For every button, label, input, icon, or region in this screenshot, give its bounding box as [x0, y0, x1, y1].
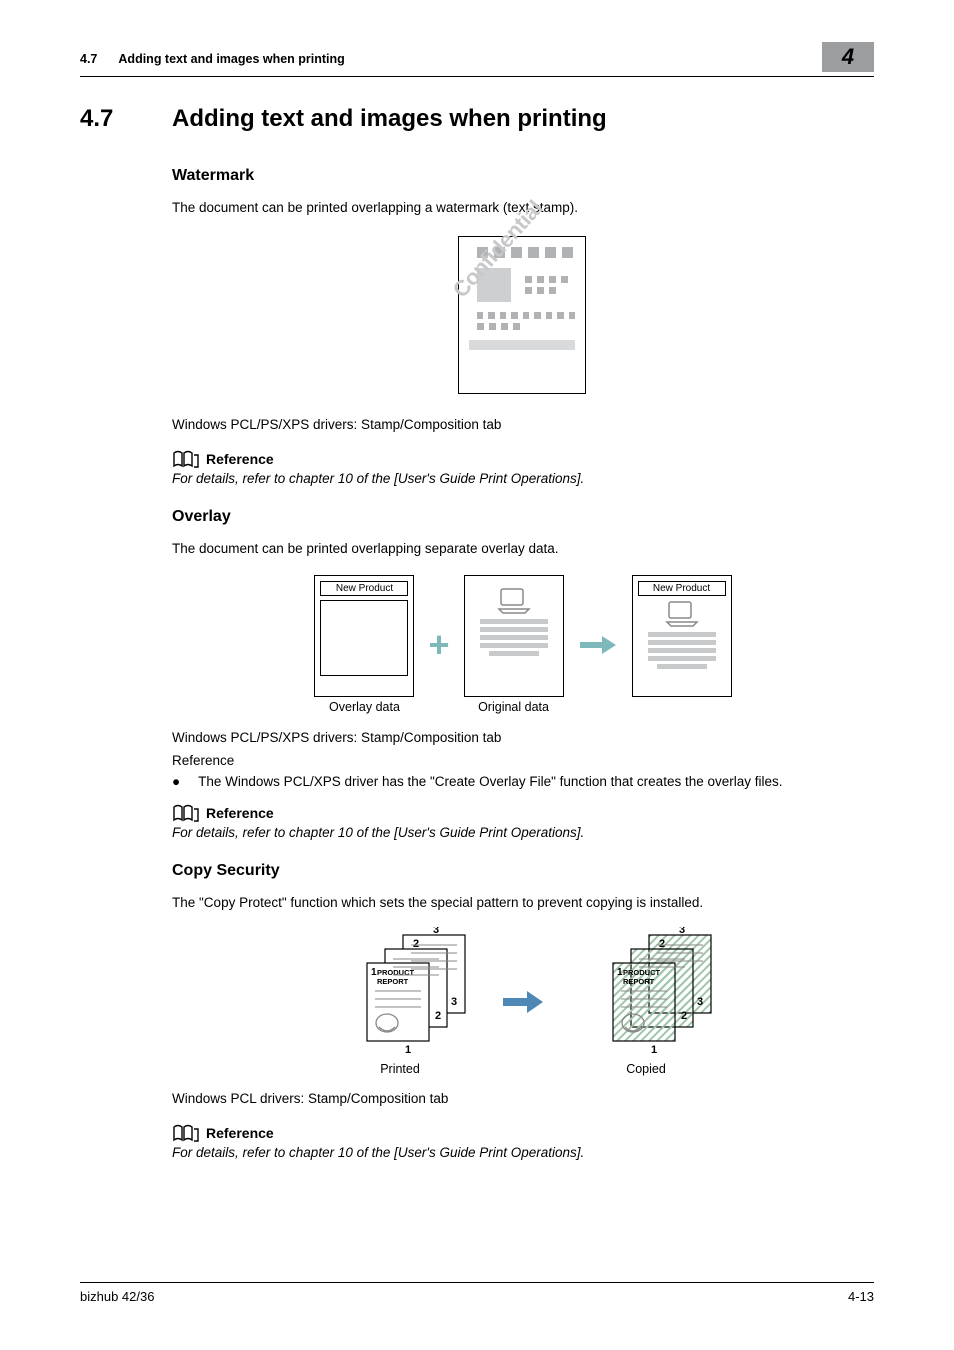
copy-caption-left: Printed: [380, 1062, 420, 1076]
svg-text:2: 2: [413, 938, 419, 950]
copy-caption-right: Copied: [626, 1062, 666, 1076]
bullet-dot-icon: ●: [172, 774, 180, 789]
overlay-data-page: New Product: [314, 575, 414, 697]
result-page: New Product: [632, 575, 732, 697]
header-section-text: Adding text and images when printing: [118, 52, 344, 66]
plus-icon: +: [428, 632, 449, 657]
overlay-figure: New Product Overlay data + Original data: [172, 575, 874, 715]
reference-icon: [172, 449, 200, 469]
arrow-right-icon: [578, 633, 618, 657]
svg-text:PRODUCT: PRODUCT: [623, 968, 661, 977]
running-header: 4.7 Adding text and images when printing…: [80, 42, 874, 77]
page-footer: bizhub 42/36 4-13: [80, 1282, 874, 1304]
svg-text:3: 3: [679, 927, 685, 936]
chapter-number-box: 4: [822, 42, 874, 72]
svg-text:REPORT: REPORT: [377, 977, 409, 986]
header-left: 4.7 Adding text and images when printing: [80, 42, 345, 66]
overlay-bullet-text: The Windows PCL/XPS driver has the "Crea…: [198, 774, 782, 789]
overlay-bullet: ● The Windows PCL/XPS driver has the "Cr…: [172, 774, 874, 789]
watermark-heading: Watermark: [172, 167, 874, 185]
section-heading: Adding text and images when printing: [172, 105, 607, 133]
result-box-label: New Product: [638, 581, 726, 596]
original-data-page: [464, 575, 564, 697]
overlay-caption-mid: Original data: [478, 700, 549, 714]
footer-product: bizhub 42/36: [80, 1289, 154, 1304]
printed-stack-illustration: 3 2 1 PRODUCT REPORT 3 2 1: [325, 927, 475, 1057]
svg-text:2: 2: [659, 938, 665, 950]
copy-security-figure: 3 2 1 PRODUCT REPORT 3 2 1 Pri: [172, 927, 874, 1076]
svg-text:3: 3: [697, 996, 703, 1008]
overlay-box-label: New Product: [320, 581, 408, 596]
watermark-page-illustration: Confidential: [458, 236, 586, 394]
watermark-reference-text: For details, refer to chapter 10 of the …: [172, 471, 874, 486]
overlay-caption-left: Overlay data: [329, 700, 400, 714]
svg-text:1: 1: [651, 1044, 657, 1056]
watermark-drivers-line: Windows PCL/PS/XPS drivers: Stamp/Compos…: [172, 416, 874, 435]
computer-icon: [495, 587, 533, 615]
svg-text:REPORT: REPORT: [623, 977, 655, 986]
chapter-number: 4: [842, 44, 854, 70]
overlay-reference-text: For details, refer to chapter 10 of the …: [172, 825, 874, 840]
svg-text:PRODUCT: PRODUCT: [377, 968, 415, 977]
copy-security-reference-text: For details, refer to chapter 10 of the …: [172, 1145, 874, 1160]
overlay-desc: The document can be printed overlapping …: [172, 540, 874, 559]
footer-page: 4-13: [848, 1289, 874, 1304]
svg-text:2: 2: [435, 1010, 441, 1022]
reference-label: Reference: [206, 451, 274, 467]
copied-stack-illustration: 3 2 1 PRODUCT REPORT 3 2 1: [571, 927, 721, 1057]
copy-security-reference-block: Reference For details, refer to chapter …: [172, 1123, 874, 1160]
svg-text:3: 3: [433, 927, 439, 936]
watermark-figure: Confidential: [458, 236, 588, 394]
svg-text:1: 1: [405, 1044, 411, 1056]
reference-label: Reference: [206, 805, 274, 821]
overlay-reference-word: Reference: [172, 752, 874, 771]
reference-label: Reference: [206, 1125, 274, 1141]
computer-icon: [663, 600, 701, 628]
svg-text:3: 3: [451, 996, 457, 1008]
arrow-right-icon: [501, 989, 545, 1015]
svg-text:2: 2: [681, 1010, 687, 1022]
overlay-drivers-line: Windows PCL/PS/XPS drivers: Stamp/Compos…: [172, 729, 874, 748]
copy-security-drivers-line: Windows PCL drivers: Stamp/Composition t…: [172, 1090, 874, 1109]
section-number: 4.7: [80, 105, 172, 133]
overlay-heading: Overlay: [172, 508, 874, 526]
watermark-reference-block: Reference For details, refer to chapter …: [172, 449, 874, 486]
copy-security-desc: The "Copy Protect" function which sets t…: [172, 894, 874, 913]
reference-icon: [172, 1123, 200, 1143]
header-section-number: 4.7: [80, 52, 97, 66]
overlay-reference-block: Reference For details, refer to chapter …: [172, 803, 874, 840]
copy-security-heading: Copy Security: [172, 862, 874, 880]
reference-icon: [172, 803, 200, 823]
section-title: 4.7 Adding text and images when printing: [80, 105, 874, 133]
